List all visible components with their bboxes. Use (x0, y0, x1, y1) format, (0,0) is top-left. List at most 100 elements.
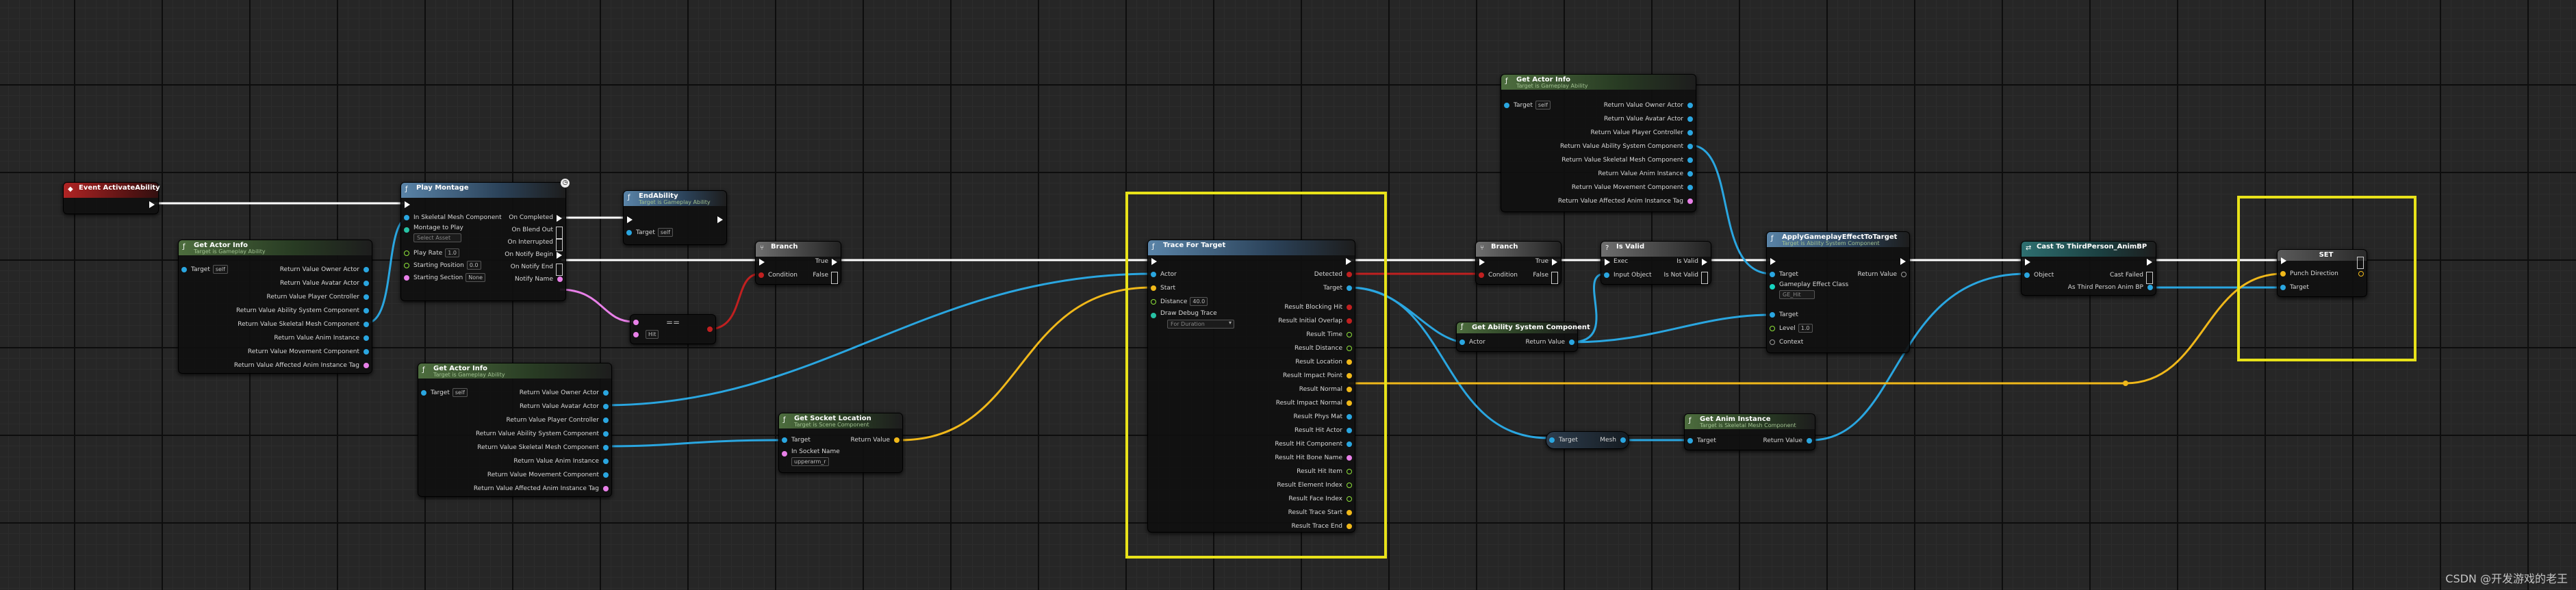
target-pin[interactable]: Target (1685, 435, 1716, 447)
output-pin[interactable]: Return Value Affected Anim Instance Tag (474, 483, 611, 495)
output-pin[interactable]: Return Value Player Controller (267, 291, 372, 303)
return-value-pin[interactable]: Return Value (1526, 336, 1577, 348)
exec-out-pin[interactable] (146, 198, 158, 210)
level-field[interactable]: 1.0 (1798, 324, 1813, 333)
actor-pin[interactable]: Actor (1457, 336, 1485, 348)
exec-out-pin[interactable] (714, 213, 726, 225)
compare-value-field[interactable]: Hit (646, 330, 659, 339)
output-pin[interactable]: Return Value Avatar Actor (280, 277, 372, 290)
output-pin[interactable]: Return Value Movement Component (1572, 181, 1696, 194)
return-value-pin[interactable]: Return Value (1763, 435, 1815, 447)
socket-name-editor[interactable]: upperarm_r (791, 457, 829, 466)
output-pin[interactable]: Return Value Anim Instance (274, 332, 372, 344)
output-pin[interactable]: Return Value Player Controller (1591, 127, 1696, 139)
level-pin[interactable]: Level 1.0 (1767, 322, 1813, 335)
in-skeletal-mesh-pin[interactable]: In Skeletal Mesh Component (401, 211, 502, 224)
output-pin[interactable]: Return Value Skeletal Mesh Component (238, 318, 372, 331)
play-rate-pin[interactable]: Play Rate 1.0 (401, 247, 460, 259)
true-pin[interactable]: True (815, 255, 841, 268)
branch-node-2[interactable]: ⑂ Branch Condition True False (1475, 241, 1561, 285)
exec-in-pin[interactable] (756, 255, 768, 268)
get-mesh-node[interactable]: Target Mesh (1546, 431, 1629, 449)
target-2-pin[interactable]: Target (1767, 309, 1798, 321)
output-pin[interactable]: Return Value Anim Instance (1598, 168, 1696, 180)
get-ability-system-component-node[interactable]: ƒ Get Ability System Component Actor Ret… (1456, 322, 1590, 352)
false-pin[interactable]: False (1533, 269, 1561, 284)
false-pin[interactable]: False (813, 269, 841, 284)
mesh-pin[interactable]: Mesh (1600, 434, 1629, 446)
target-pin[interactable]: Target (1546, 434, 1578, 446)
target-pin[interactable]: Target self (418, 387, 468, 399)
output-pin[interactable]: Return Value Avatar Actor (520, 400, 611, 413)
get-actor-info-node-1[interactable]: ƒ Get Actor Info Target is Gameplay Abil… (178, 240, 372, 374)
output-pin[interactable]: Return Value Affected Anim Instance Tag (1558, 195, 1696, 207)
exec-in-pin[interactable] (401, 198, 413, 210)
condition-pin[interactable]: Condition (756, 269, 798, 281)
exec-in-pin[interactable] (2022, 255, 2034, 268)
is-not-valid-pin[interactable]: Is Not Valid (1663, 269, 1711, 284)
output-pin[interactable]: Return Value Ability System Component (1560, 140, 1696, 153)
return-value-pin[interactable]: Return Value (851, 434, 902, 446)
montage-asset-picker[interactable]: Select Asset (413, 233, 461, 242)
cast-failed-pin[interactable]: Cast Failed (2110, 269, 2156, 284)
exec-in-pin[interactable] (624, 213, 636, 225)
exec-out-pin[interactable] (1897, 255, 1909, 267)
b-pin[interactable]: Hit (630, 329, 659, 341)
gameplay-effect-class-picker[interactable]: GE_Hit (1779, 290, 1815, 299)
input-object-pin[interactable]: Input Object (1601, 269, 1651, 281)
event-activate-ability-node[interactable]: ◆ Event ActivateAbility (63, 182, 160, 214)
get-actor-info-node-2[interactable]: ƒ Get Actor Info Target is Gameplay Abil… (418, 363, 612, 497)
target-pin[interactable]: Target self (179, 264, 228, 276)
get-actor-info-node-3[interactable]: ƒ Get Actor Info Target is Gameplay Abil… (1501, 74, 1696, 212)
return-value-pin[interactable]: Return Value (1858, 268, 1909, 281)
exec-in-pin[interactable] (1767, 255, 1779, 267)
starting-position-field[interactable]: 0.0 (466, 261, 481, 270)
target-pin[interactable]: Target self (624, 227, 673, 239)
get-socket-location-node[interactable]: ƒ Get Socket Location Target is Scene Co… (778, 413, 903, 473)
output-pin[interactable]: Return Value Owner Actor (1604, 99, 1696, 112)
on-notify-end-pin[interactable]: On Notify End (511, 261, 565, 276)
object-pin[interactable]: Object (2022, 269, 2054, 281)
gameplay-effect-class-select[interactable]: GE_Hit (1779, 290, 1815, 299)
output-pin[interactable]: Return Value Skeletal Mesh Component (1561, 154, 1696, 166)
is-valid-pin[interactable]: Is Valid (1676, 255, 1711, 268)
notify-name-pin[interactable]: Notify Name (515, 273, 565, 285)
on-notify-begin-pin[interactable]: On Notify Begin (505, 248, 565, 261)
as-third-person-anim-bp-pin[interactable]: As Third Person Anim BP (2068, 281, 2156, 294)
target-pin[interactable]: Target self (1501, 99, 1551, 112)
output-pin[interactable]: Return Value Ability System Component (236, 305, 372, 317)
a-pin[interactable] (630, 316, 643, 329)
exec-in-pin[interactable] (1476, 255, 1488, 268)
output-pin[interactable]: Return Value Avatar Actor (1604, 113, 1696, 125)
branch-node-1[interactable]: ⑂ Branch Condition True False (755, 241, 841, 285)
condition-pin[interactable]: Condition (1476, 269, 1518, 281)
exec-in-pin[interactable]: Exec (1601, 255, 1628, 268)
target-pin[interactable]: Target (779, 434, 811, 446)
output-pin[interactable]: Return Value Anim Instance (513, 455, 611, 467)
output-pin[interactable]: Return Value Affected Anim Instance Tag (234, 359, 372, 372)
starting-section-field[interactable]: None (466, 273, 486, 282)
context-pin[interactable]: Context (1767, 336, 1803, 348)
on-completed-pin[interactable]: On Completed (509, 211, 565, 224)
is-valid-node[interactable]: ? Is Valid Exec Input Object Is Valid Is… (1601, 241, 1711, 285)
end-ability-node[interactable]: ƒ EndAbility Target is Gameplay Ability … (623, 190, 727, 245)
get-anim-instance-node[interactable]: ƒ Get Anim Instance Target is Skeletal M… (1684, 413, 1815, 450)
equal-enum-node[interactable]: Hit == (630, 314, 716, 344)
cast-to-thirdperson-animbp-node[interactable]: ⇄ Cast To ThirdPerson_AnimBP Object Cast… (2021, 241, 2156, 296)
starting-section-pin[interactable]: Starting Section None (401, 272, 486, 284)
output-pin[interactable]: Return Value Owner Actor (520, 387, 611, 399)
reroute-knot[interactable] (2123, 381, 2128, 386)
play-rate-field[interactable]: 1.0 (445, 248, 460, 257)
output-pin[interactable]: Return Value Ability System Component (476, 428, 611, 440)
starting-position-pin[interactable]: Starting Position 0.0 (401, 259, 481, 272)
output-pin[interactable]: Return Value Movement Component (487, 469, 611, 481)
true-pin[interactable]: True (1535, 255, 1561, 268)
return-value-pin[interactable] (703, 323, 715, 335)
montage-dropdown[interactable]: Select Asset (413, 233, 461, 242)
output-pin[interactable]: Return Value Skeletal Mesh Component (477, 441, 611, 454)
output-pin[interactable]: Return Value Movement Component (248, 346, 372, 358)
exec-out-pin[interactable] (2143, 255, 2156, 268)
on-interrupted-pin[interactable]: On Interrupted (507, 236, 565, 251)
output-pin[interactable]: Return Value Player Controller (507, 414, 611, 426)
socket-name-field[interactable]: upperarm_r (791, 457, 829, 466)
